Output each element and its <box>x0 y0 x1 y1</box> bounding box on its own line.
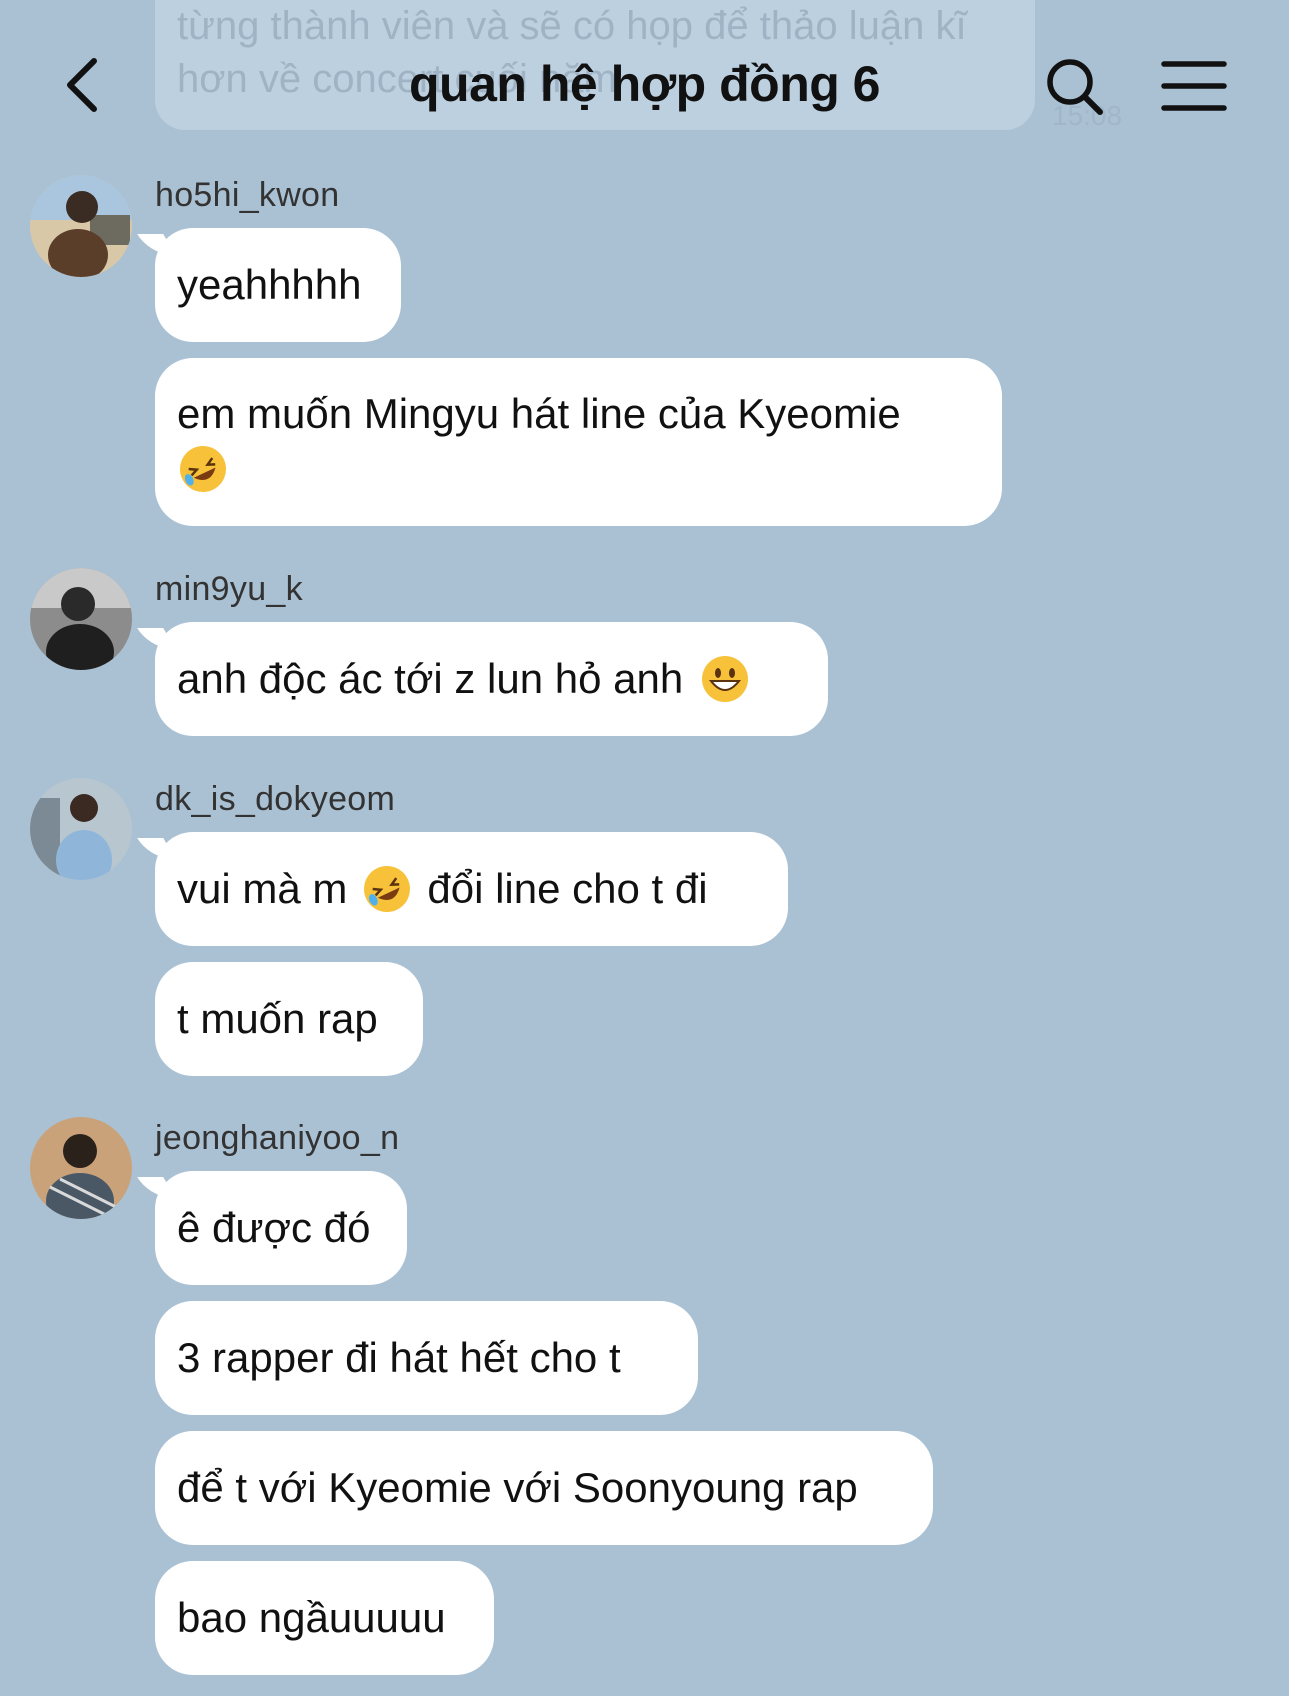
rolling-on-floor-laughing-emoji <box>180 445 226 492</box>
sender-username[interactable]: ho5hi_kwon <box>155 176 339 215</box>
message-bubble[interactable]: yeahhhhh <box>155 228 401 342</box>
message-bubble[interactable]: 3 rapper đi hát hết cho t <box>155 1301 698 1415</box>
profile-photo <box>30 1117 132 1219</box>
rolling-on-floor-laughing-emoji <box>364 866 411 912</box>
message-bubble[interactable]: anh độc ác tới z lun hỏ anh <box>155 622 828 736</box>
message-bubble[interactable]: ê được đó <box>155 1171 407 1285</box>
avatar-jeonghaniyoo-n[interactable] <box>30 1117 132 1219</box>
message-text: em muốn Mingyu hát line của Kyeomie <box>177 390 901 437</box>
message-text: t muốn rap <box>177 995 378 1042</box>
message-bubble[interactable]: t muốn rap <box>155 962 423 1076</box>
avatar-dk-is-dokyeom[interactable] <box>30 778 132 880</box>
message-text: yeahhhhh <box>177 261 362 308</box>
message-bubble[interactable]: bao ngầuuuuu <box>155 1561 494 1675</box>
avatar-min9yu-k[interactable] <box>30 568 132 670</box>
message-text: anh độc ác tới z lun hỏ anh <box>177 655 684 702</box>
sender-username[interactable]: jeonghaniyoo_n <box>155 1119 399 1158</box>
sender-username[interactable]: min9yu_k <box>155 570 303 609</box>
message-content: em muốn Mingyu hát line của Kyeomie <box>177 388 901 495</box>
message-bubble[interactable]: vui mà m đổi line cho t đi <box>155 832 788 946</box>
menu-button[interactable] <box>1160 58 1230 114</box>
message-bubble[interactable]: em muốn Mingyu hát line của Kyeomie <box>155 358 1002 526</box>
message-text: đổi line cho t đi <box>427 865 708 912</box>
chat-header: quan hệ hợp đồng 6 <box>0 0 1289 170</box>
message-bubble[interactable]: để t với Kyeomie với Soonyoung rap <box>155 1431 933 1545</box>
profile-photo <box>30 175 132 277</box>
message-text: để t với Kyeomie với Soonyoung rap <box>177 1464 858 1511</box>
profile-photo <box>30 778 132 880</box>
message-text: ê được đó <box>177 1204 371 1251</box>
hamburger-menu-icon <box>1161 61 1227 111</box>
profile-photo <box>30 568 132 670</box>
grinning-face-emoji <box>702 656 749 702</box>
message-text: bao ngầuuuuu <box>177 1594 446 1641</box>
message-text: 3 rapper đi hát hết cho t <box>177 1334 621 1381</box>
search-button[interactable] <box>1040 52 1110 122</box>
sender-username[interactable]: dk_is_dokyeom <box>155 780 395 819</box>
message-text: vui mà m <box>177 865 348 912</box>
search-icon <box>1047 59 1103 115</box>
avatar-ho5hi-kwon[interactable] <box>30 175 132 277</box>
